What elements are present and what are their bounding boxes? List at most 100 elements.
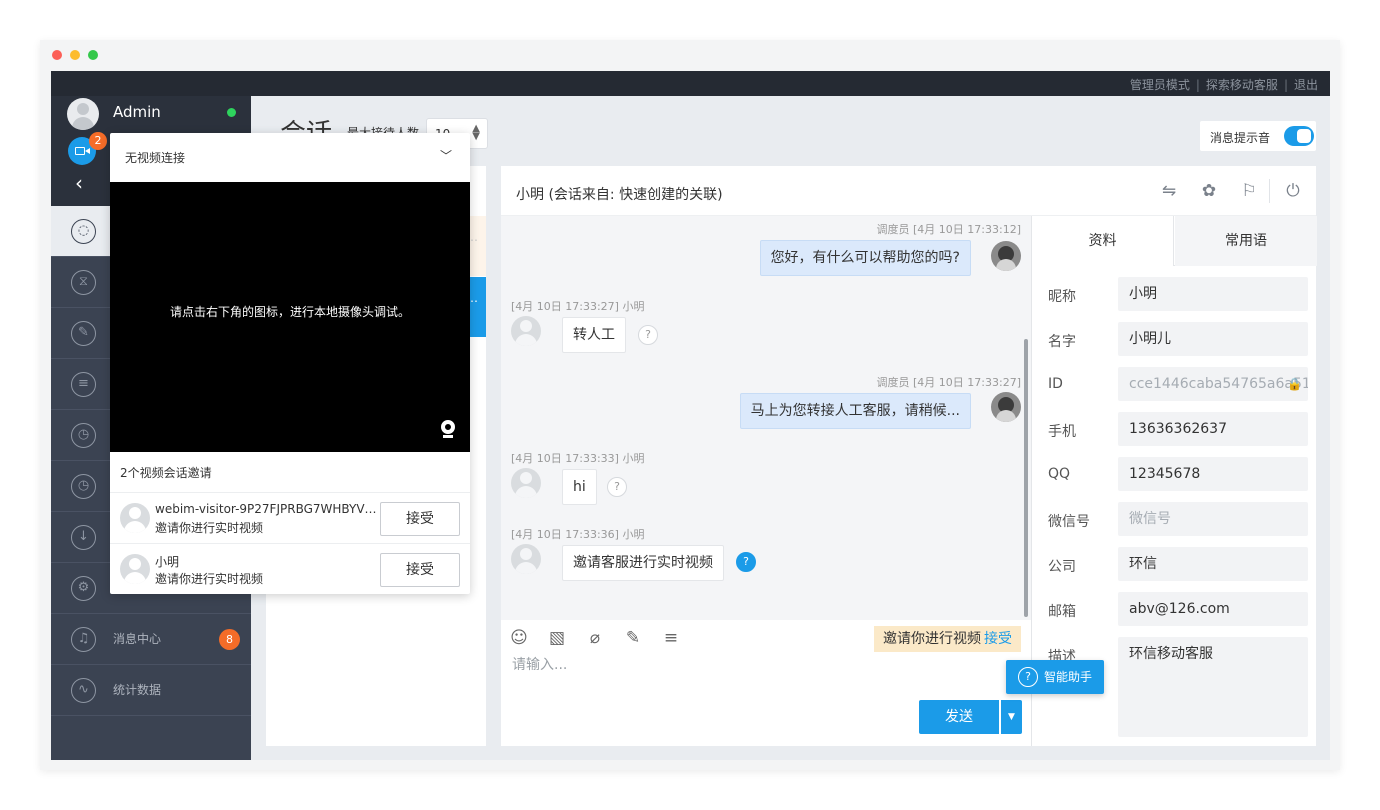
email-label: 邮箱 [1048, 604, 1076, 620]
accept-invite-button[interactable]: 接受 [380, 502, 460, 536]
hourglass-icon: ⧖ [71, 270, 96, 295]
sound-toggle[interactable] [1284, 126, 1314, 146]
flower-icon[interactable]: ✿ [1199, 181, 1219, 201]
window-titlebar [40, 40, 1340, 70]
download-icon: ↓ [71, 525, 96, 550]
bell-icon: ♫ [71, 627, 96, 652]
info-tabs: 资料 常用语 [1032, 216, 1317, 266]
admin-mode-link[interactable]: 管理员模式 [1130, 78, 1190, 92]
visitor-avatar [511, 468, 541, 498]
video-source-select[interactable]: 无视频连接 ﹀ [110, 133, 470, 182]
explore-mobile-link[interactable]: 探索移动客服 [1206, 78, 1278, 92]
wechat-label: 微信号 [1048, 514, 1090, 530]
attachment-icon[interactable]: ⌀ [585, 628, 605, 648]
image-icon[interactable]: ▧ [547, 628, 567, 648]
message-meta: [4月 10日 17:33:36] 小明 [511, 528, 645, 541]
agent-avatar [991, 392, 1021, 422]
edit-note-icon[interactable]: ✎ [623, 628, 643, 648]
wechat-field[interactable]: 微信号 [1118, 502, 1308, 536]
video-invite-item: webim-visitor-9P27FJPRBG7WHBYV7... 邀请你进行… [110, 492, 470, 543]
invite-subtitle: 邀请你进行实时视频 [155, 521, 264, 535]
accept-invite-button[interactable]: 接受 [380, 553, 460, 587]
help-icon: ? [1018, 667, 1038, 687]
message-meta: [4月 10日 17:33:27] 小明 [511, 300, 645, 313]
avatar[interactable] [67, 98, 99, 130]
tab-phrases[interactable]: 常用语 [1175, 216, 1317, 266]
name-field[interactable]: 小明儿 [1118, 322, 1308, 356]
visitor-avatar [120, 554, 150, 584]
input-area: ☺ ▧ ⌀ ✎ ≡ 邀请你进行视频 接受 请输入... 发送 ▼ [501, 620, 1031, 746]
video-invite-badge: 2 [89, 132, 107, 150]
close-window-button[interactable] [52, 50, 62, 60]
email-field[interactable]: abv@126.com [1118, 592, 1308, 626]
video-panel: 无视频连接 ﹀ 请点击右下角的图标，进行本地摄像头调试。 2个视频会话邀请 we… [110, 133, 470, 594]
question-icon[interactable]: ? [607, 477, 627, 497]
document-icon: ≡ [71, 372, 96, 397]
invite-subtitle: 邀请你进行实时视频 [155, 572, 264, 586]
power-icon[interactable]: ⏻ [1283, 181, 1303, 201]
separator: | [1195, 78, 1200, 92]
agent-message: 您好，有什么可以帮助您的吗? [759, 240, 971, 276]
emoji-icon[interactable]: ☺ [509, 628, 529, 648]
transfer-icon[interactable]: ⇋ [1159, 181, 1179, 201]
chart-icon: ∿ [71, 678, 96, 703]
id-value: cce1446caba54765a6a51 [1129, 376, 1308, 392]
scrollbar[interactable] [1024, 339, 1028, 617]
nav-stats[interactable]: ∿ 统计数据 [51, 665, 251, 716]
message-meta: 调度员 [4月 10日 17:33:27] [876, 376, 1021, 389]
video-camera-icon [75, 147, 85, 155]
top-bar: 管理员模式 | 探索移动客服 | 退出 [51, 71, 1330, 96]
video-invite-tag: 邀请你进行视频 接受 [874, 626, 1021, 652]
nav-stats-label: 统计数据 [113, 683, 162, 697]
user-name: Admin [113, 103, 161, 121]
chat-header: 小明 (会话来自: 快速创建的关联) ⇋ ✿ ⚐ ⏻ [501, 166, 1316, 216]
maximize-window-button[interactable] [88, 50, 98, 60]
visitor-avatar [511, 316, 541, 346]
stepper-arrows-icon[interactable]: ▲ ▼ [472, 124, 480, 142]
message-input[interactable]: 请输入... [512, 654, 567, 674]
id-field: cce1446caba54765a6a51 🔒 [1118, 367, 1308, 401]
send-button[interactable]: 发送 [919, 700, 999, 734]
message-count-badge: 8 [219, 629, 240, 650]
description-field[interactable]: 环信移动客服 [1118, 637, 1308, 737]
document-icon[interactable]: ≡ [661, 628, 681, 648]
visitor-message: 转人工 [562, 317, 626, 353]
smart-assistant-button[interactable]: ? 智能助手 [1006, 660, 1104, 694]
question-icon[interactable]: ? [736, 552, 756, 572]
company-field[interactable]: 环信 [1118, 547, 1308, 581]
video-invite-item: 小明 邀请你进行实时视频 接受 [110, 543, 470, 594]
accept-video-link[interactable]: 接受 [984, 631, 1012, 647]
video-source-value: 无视频连接 [125, 151, 186, 165]
qq-field[interactable]: 12345678 [1118, 457, 1308, 491]
logout-link[interactable]: 退出 [1294, 78, 1318, 92]
minimize-window-button[interactable] [70, 50, 80, 60]
id-label: ID [1048, 376, 1063, 392]
phone-field[interactable]: 13636362637 [1118, 412, 1308, 446]
send-options-chevron-icon[interactable]: ▼ [1001, 700, 1022, 734]
clock-icon: ◷ [71, 474, 96, 499]
chevron-down-icon[interactable]: ﹀ [440, 147, 454, 163]
sound-setting: 消息提示音 [1200, 121, 1316, 151]
chat-title: 小明 (会话来自: 快速创建的关联) [516, 187, 723, 203]
visitor-message: hi [562, 469, 597, 505]
collapse-sidebar-icon[interactable]: ‹ [75, 173, 89, 193]
nav-messages[interactable]: ♫ 消息中心 8 [51, 614, 251, 665]
webcam-icon[interactable] [440, 420, 456, 438]
name-label: 名字 [1048, 334, 1076, 350]
clock-icon: ◷ [71, 423, 96, 448]
video-invite-text: 邀请你进行视频 [883, 631, 981, 647]
tab-profile[interactable]: 资料 [1032, 216, 1174, 266]
separator: | [1283, 78, 1288, 92]
video-invites-title: 2个视频会话邀请 [120, 466, 212, 480]
gear-icon: ⚙ [71, 576, 96, 601]
top-links: 管理员模式 | 探索移动客服 | 退出 [1130, 76, 1318, 93]
online-status-indicator[interactable] [227, 108, 236, 117]
visitor-avatar [120, 503, 150, 533]
video-preview: 请点击右下角的图标，进行本地摄像头调试。 [110, 182, 470, 452]
invite-name: webim-visitor-9P27FJPRBG7WHBYV7... [155, 502, 377, 516]
flag-icon[interactable]: ⚐ [1239, 181, 1259, 201]
question-icon[interactable]: ? [638, 325, 658, 345]
nickname-field[interactable]: 小明 [1118, 277, 1308, 311]
video-hint: 请点击右下角的图标，进行本地摄像头调试。 [169, 305, 410, 319]
message-meta: [4月 10日 17:33:33] 小明 [511, 452, 645, 465]
